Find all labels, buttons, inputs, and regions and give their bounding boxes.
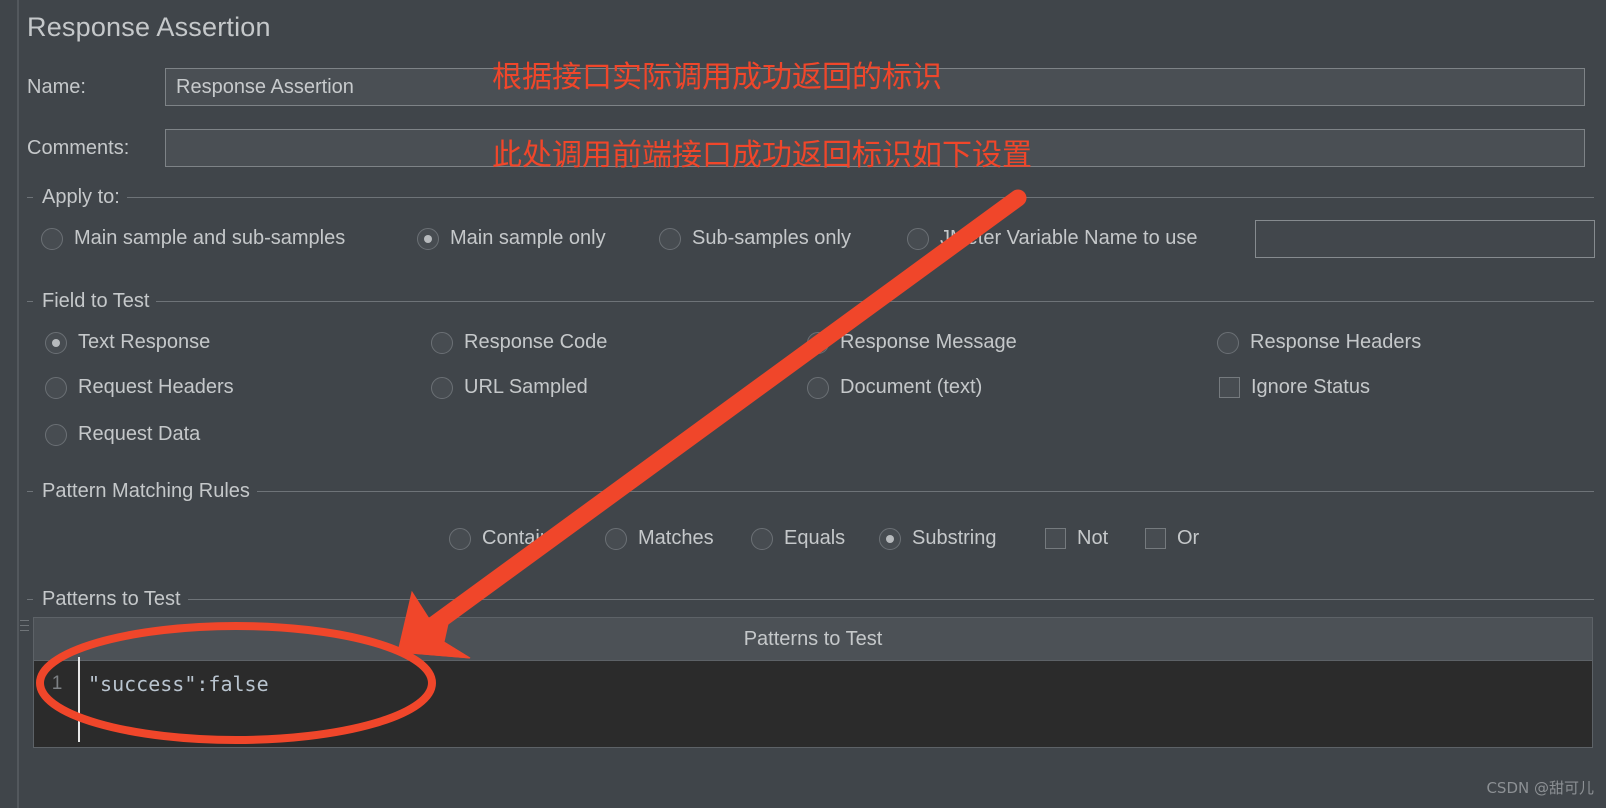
comments-label: Comments: (27, 136, 130, 159)
option-label: Substring (912, 527, 997, 549)
checkbox-icon (1145, 528, 1166, 549)
page-title: Response Assertion (27, 12, 271, 42)
response-assertion-panel: Response Assertion Name: Response Assert… (0, 0, 1606, 808)
option-label: Not (1077, 527, 1109, 549)
radio-sub-samples-only[interactable]: Sub-samples only (659, 227, 851, 250)
radio-main-sample-only[interactable]: Main sample only (417, 227, 606, 250)
option-label: Equals (784, 527, 846, 549)
radio-contains[interactable]: Contains (449, 527, 561, 550)
patterns-table-header: Patterns to Test (34, 618, 1592, 661)
jmeter-variable-name-input[interactable] (1255, 220, 1595, 258)
name-label: Name: (27, 75, 86, 98)
radio-icon (41, 227, 63, 250)
radio-text-response[interactable]: Text Response (45, 331, 210, 354)
option-label: Main sample and sub-samples (74, 227, 346, 249)
left-splitter[interactable] (17, 0, 29, 808)
radio-icon (431, 376, 453, 399)
radio-icon (45, 376, 67, 399)
radio-response-headers[interactable]: Response Headers (1217, 331, 1421, 354)
text-caret (78, 657, 80, 742)
radio-icon (45, 423, 67, 446)
radio-icon (659, 227, 681, 250)
radio-icon (417, 227, 439, 250)
option-label: Main sample only (450, 227, 606, 249)
table-row[interactable]: 1 "success":false (34, 661, 1592, 706)
option-label: Text Response (78, 331, 211, 353)
radio-equals[interactable]: Equals (751, 527, 845, 550)
pattern-cell[interactable]: "success":false (80, 672, 269, 696)
patterns-to-test-group: Patterns to Test Patterns to Test 1 "suc… (27, 588, 1594, 753)
radio-icon (807, 376, 829, 399)
checkbox-ignore-status[interactable]: Ignore Status (1219, 376, 1370, 399)
radio-icon (879, 527, 901, 550)
checkbox-icon (1219, 377, 1240, 398)
radio-document-text[interactable]: Document (text) (807, 376, 982, 399)
annotation-note-bottom: 此处调用前端接口成功返回标识如下设置 (492, 138, 1032, 173)
option-label: Or (1177, 527, 1200, 549)
radio-matches[interactable]: Matches (605, 527, 714, 550)
patterns-table[interactable]: Patterns to Test 1 "success":false (33, 617, 1593, 748)
option-label: Matches (638, 527, 714, 549)
radio-icon (751, 527, 773, 550)
option-label: Sub-samples only (692, 227, 851, 249)
apply-to-group: Apply to: Main sample and sub-samples Ma… (27, 186, 1595, 269)
radio-icon (1217, 331, 1239, 354)
pattern-matching-rules-group: Pattern Matching Rules Contains Matches … (27, 480, 1594, 569)
radio-icon (431, 331, 453, 354)
radio-icon (449, 527, 471, 550)
option-label: Response Message (840, 331, 1017, 353)
radio-substring[interactable]: Substring (879, 527, 997, 550)
radio-icon (45, 331, 67, 354)
option-label: Response Headers (1250, 331, 1422, 353)
radio-main-and-sub-samples[interactable]: Main sample and sub-samples (41, 227, 345, 250)
option-label: Ignore Status (1251, 376, 1370, 398)
radio-request-data[interactable]: Request Data (45, 423, 200, 446)
radio-url-sampled[interactable]: URL Sampled (431, 376, 588, 399)
radio-response-code[interactable]: Response Code (431, 331, 607, 354)
option-label: Contains (482, 527, 561, 549)
checkbox-icon (1045, 528, 1066, 549)
option-label: Response Code (464, 331, 608, 353)
radio-response-message[interactable]: Response Message (807, 331, 1017, 354)
radio-jmeter-variable-name[interactable]: JMeter Variable Name to use (907, 227, 1198, 250)
radio-icon (807, 331, 829, 354)
option-label: Request Data (78, 423, 201, 445)
radio-icon (605, 527, 627, 550)
option-label: Document (text) (840, 376, 983, 398)
radio-icon (907, 227, 929, 250)
option-label: JMeter Variable Name to use (940, 227, 1198, 249)
watermark: CSDN @甜可儿 (1486, 779, 1594, 797)
field-to-test-group: Field to Test Text Response Response Cod… (27, 290, 1594, 463)
radio-request-headers[interactable]: Request Headers (45, 376, 234, 399)
option-label: Request Headers (78, 376, 234, 398)
row-number: 1 (51, 672, 63, 694)
checkbox-or[interactable]: Or (1145, 527, 1199, 550)
option-label: URL Sampled (464, 376, 588, 398)
checkbox-not[interactable]: Not (1045, 527, 1108, 550)
annotation-note-top: 根据接口实际调用成功返回的标识 (492, 60, 942, 95)
